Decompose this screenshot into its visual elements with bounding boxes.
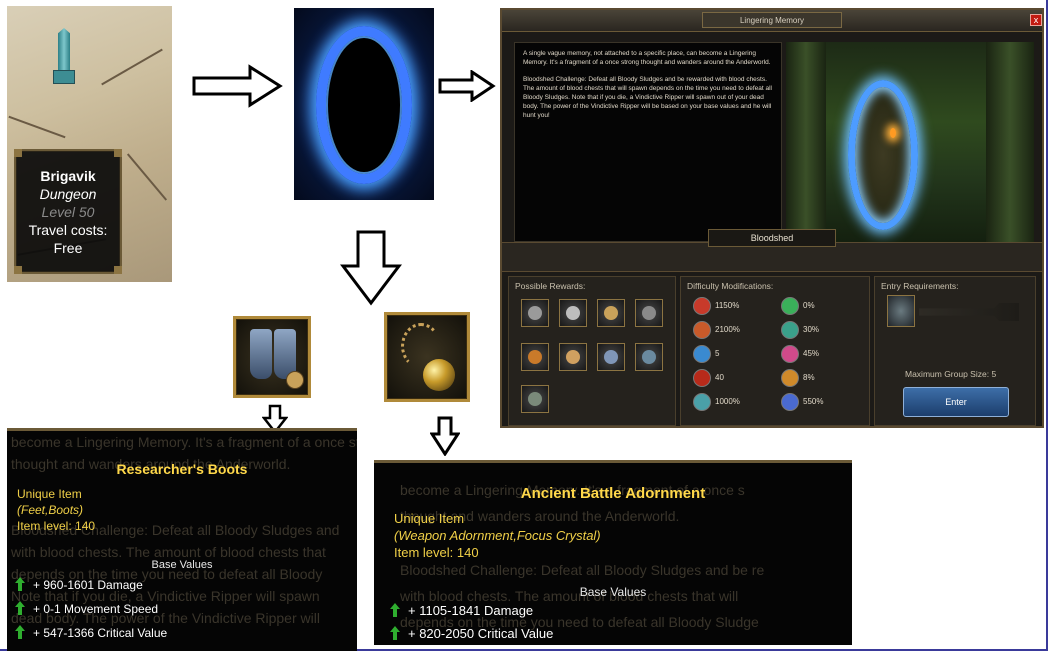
- stat-up-arrow-icon: [390, 626, 400, 640]
- power-mod-icon: [781, 393, 799, 411]
- arrow-down-icon: [430, 416, 460, 456]
- item-rarity: Unique Item: [394, 511, 465, 526]
- item-level: Item level: 140: [394, 545, 479, 560]
- reward-helmet-icon[interactable]: [521, 299, 549, 327]
- difficulty-mod: 2100%: [693, 321, 783, 341]
- travel-cost-value: Free: [53, 240, 83, 256]
- item-type: (Feet,Boots): [17, 503, 84, 517]
- portal-icon: [848, 80, 918, 230]
- torch-icon: [890, 128, 896, 138]
- armor-mod-icon: [693, 393, 711, 411]
- base-values-title: Base Values: [151, 559, 213, 571]
- reward-gloves-icon[interactable]: [635, 343, 663, 371]
- reward-boots-icon[interactable]: [597, 343, 625, 371]
- reward-ring-icon[interactable]: [635, 299, 663, 327]
- arrow-down-icon: [340, 230, 402, 306]
- item-name: Researcher's Boots: [116, 461, 248, 477]
- map-crack: [8, 115, 66, 139]
- item-type: (Weapon Adornment,Focus Crystal): [394, 528, 601, 543]
- stat-up-arrow-icon: [15, 601, 25, 615]
- difficulty-mod: 30%: [781, 321, 871, 341]
- location-tooltip: Brigavik Dungeon Level 50 Travel costs: …: [14, 149, 122, 274]
- world-map[interactable]: Brigavik Dungeon Level 50 Travel costs: …: [7, 6, 172, 282]
- location-level: Level 50: [41, 204, 95, 220]
- entry-requirement-icon[interactable]: [887, 295, 915, 327]
- rewards-panel: Possible Rewards:: [508, 276, 676, 426]
- health-mod-icon: [693, 321, 711, 339]
- map-crack: [101, 48, 163, 86]
- item-tooltip-adornment: become a Lingering Memory. It's a fragme…: [374, 460, 852, 645]
- stat-up-arrow-icon: [390, 603, 400, 617]
- boots-icon[interactable]: [233, 316, 311, 398]
- difficulty-mod: 45%: [781, 345, 871, 365]
- rewards-title: Possible Rewards:: [515, 281, 586, 291]
- base-values-title: Base Values: [579, 585, 647, 599]
- speed-mod-icon: [781, 369, 799, 387]
- difficulty-panel: Difficulty Modifications: 1150% 0% 2100%…: [680, 276, 870, 426]
- obelisk-icon[interactable]: [53, 28, 75, 88]
- stat-up-arrow-icon: [15, 625, 25, 639]
- stat-line: + 1105-1841 Damage: [390, 603, 533, 618]
- location-name: Brigavik: [40, 168, 96, 184]
- item-tooltip-boots: become a Lingering Memory. It's a fragme…: [7, 428, 357, 651]
- lingering-memory-window: Lingering Memory x A single vague memory…: [500, 8, 1044, 428]
- difficulty-mod: 1000%: [693, 393, 783, 413]
- wrench-icon: [286, 371, 304, 389]
- window-title: Lingering Memory: [702, 12, 842, 28]
- heal-mod-icon: [781, 297, 799, 315]
- reward-armor-icon[interactable]: [521, 385, 549, 413]
- key-icon: [919, 303, 1019, 321]
- location-type: Dungeon: [39, 186, 97, 202]
- stat-line: + 820-2050 Critical Value: [390, 626, 553, 641]
- travel-costs-label: Travel costs:: [28, 222, 108, 238]
- reward-shoulders-icon[interactable]: [559, 299, 587, 327]
- stat-line: + 960-1601 Damage: [15, 577, 143, 592]
- reward-flail-icon[interactable]: [597, 299, 625, 327]
- background-text: become a Lingering Memory. It's a fragme…: [11, 434, 357, 450]
- entry-title: Entry Requirements:: [881, 281, 959, 291]
- difficulty-mod: 8%: [781, 369, 871, 389]
- item-level: Item level: 140: [17, 519, 96, 533]
- mode-label: Bloodshed: [708, 229, 836, 247]
- background-text: Bloodshed Challenge: Defeat all Bloody S…: [400, 562, 765, 578]
- difficulty-title: Difficulty Modifications:: [687, 281, 774, 291]
- crit-mod-icon: [781, 345, 799, 363]
- item-name: Ancient Battle Adornment: [520, 485, 706, 502]
- map-crack: [126, 153, 168, 201]
- window-titlebar: Lingering Memory x: [502, 10, 1042, 32]
- difficulty-mod: 1150%: [693, 297, 783, 317]
- difficulty-mod: 550%: [781, 393, 871, 413]
- difficulty-mod: 40: [693, 369, 783, 389]
- stat-line: + 0-1 Movement Speed: [15, 601, 158, 616]
- entry-panel: Entry Requirements: Maximum Group Size: …: [874, 276, 1036, 426]
- description-paragraph: Bloodshed Challenge: Defeat all Bloody S…: [523, 76, 772, 119]
- item-rarity: Unique Item: [17, 487, 82, 501]
- reward-chest-icon[interactable]: [521, 343, 549, 371]
- portal-icon[interactable]: [294, 8, 434, 200]
- enter-button[interactable]: Enter: [903, 387, 1009, 417]
- stat-line: + 547-1366 Critical Value: [15, 625, 167, 640]
- difficulty-mod: 5: [693, 345, 783, 365]
- max-group-size: Maximum Group Size: 5: [905, 369, 997, 379]
- dungeon-scene-image: [786, 42, 1034, 242]
- arrow-right-icon: [438, 70, 496, 102]
- close-button[interactable]: x: [1030, 14, 1042, 26]
- reward-staff-icon[interactable]: [559, 343, 587, 371]
- flail-icon[interactable]: [384, 312, 470, 402]
- description-panel: A single vague memory, not attached to a…: [514, 42, 782, 242]
- screenshot-canvas: Brigavik Dungeon Level 50 Travel costs: …: [0, 0, 1048, 651]
- level-mod-icon: [693, 345, 711, 363]
- difficulty-mod: 0%: [781, 297, 871, 317]
- description-paragraph: A single vague memory, not attached to a…: [523, 50, 771, 66]
- damage-mod-icon: [693, 297, 711, 315]
- fire-mod-icon: [693, 369, 711, 387]
- stat-up-arrow-icon: [15, 577, 25, 591]
- resist-mod-icon: [781, 321, 799, 339]
- arrow-right-icon: [192, 64, 283, 108]
